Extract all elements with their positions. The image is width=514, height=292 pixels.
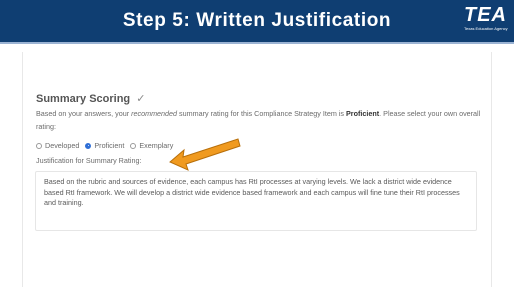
radio-label-proficient: Proficient — [94, 141, 125, 150]
radio-developed[interactable]: Developed — [36, 141, 79, 150]
justification-text: Based on the rubric and sources of evide… — [44, 177, 460, 207]
logo-word: TEA — [464, 4, 507, 26]
arrow-pointer-icon — [169, 138, 241, 171]
rating-radio-group: Developed Proficient Exemplary — [36, 141, 179, 150]
summary-scoring-title: Summary Scoring — [36, 93, 131, 105]
intro-emphasis: recommended — [131, 109, 178, 118]
left-border — [22, 52, 23, 287]
intro-prefix: Based on your answers, your — [36, 109, 132, 118]
radio-label-developed: Developed — [45, 141, 80, 150]
page-title: Step 5: Written Justification — [122, 10, 392, 31]
summary-scoring-heading: Summary Scoring ✓ — [36, 92, 145, 105]
radio-circle-developed[interactable] — [36, 142, 42, 149]
radio-exemplary[interactable]: Exemplary — [130, 141, 173, 150]
right-border — [491, 52, 492, 287]
recommended-rating: Proficient — [346, 109, 380, 118]
content-card — [0, 44, 514, 292]
logo-subtitle: Texas Education Agency — [464, 26, 508, 31]
radio-circle-exemplary[interactable] — [130, 142, 137, 149]
recommendation-text: Based on your answers, your recommended … — [36, 107, 482, 133]
tea-logo: TEA Texas Education Agency — [464, 4, 508, 38]
justification-label: Justification for Summary Rating: — [36, 156, 142, 165]
radio-circle-proficient[interactable] — [85, 142, 92, 149]
intro-middle: summary rating for this Compliance Strat… — [177, 109, 347, 118]
checkmark-icon: ✓ — [136, 93, 146, 105]
radio-proficient[interactable]: Proficient — [85, 141, 124, 150]
